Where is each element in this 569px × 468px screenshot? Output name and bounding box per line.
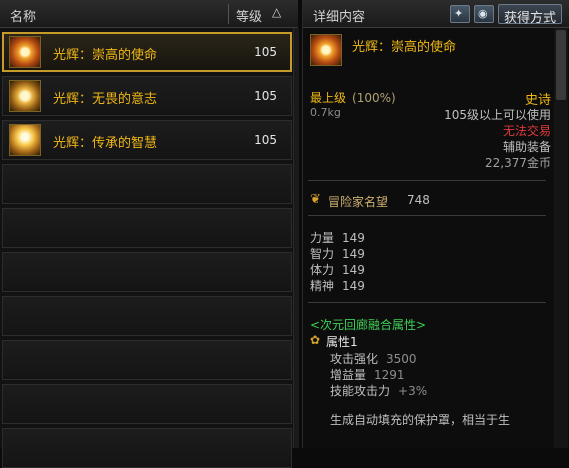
attribute-line: 增益量 1291 [330,368,405,382]
detail-item-name: 光辉：崇高的使命 [352,40,457,55]
item-name: 光辉：无畏的意志 [53,92,158,107]
empty-list-slot [2,384,292,424]
item-icon [9,80,41,112]
list-header: 名称 等级 △ [0,0,298,28]
scrollbar-thumb[interactable] [556,30,566,100]
empty-list-slot [2,164,292,204]
detail-scrollbar[interactable] [554,28,568,448]
item-name: 光辉：崇高的使命 [53,48,158,63]
fame-value: 748 [407,193,430,207]
item-grade-pct: (100%) [352,91,396,105]
item-requirement: 105级以上可以使用 [444,108,551,122]
item-level: 105 [254,133,277,147]
item-type: 辅助装备 [502,140,551,154]
list-item[interactable]: 光辉：崇高的使命 105 [2,32,292,72]
acquire-method-button[interactable]: 获得方式 [498,4,562,26]
column-name-header[interactable]: 名称 [10,6,36,25]
empty-list-slot [2,208,292,248]
divider [308,215,546,216]
stat-spirit: 精神 149 [310,279,365,293]
item-trade-status: 无法交易 [502,124,551,138]
sort-arrow-icon[interactable]: △ [272,5,281,19]
item-price: 22,377金币 [485,156,551,170]
column-level-header[interactable]: 等级 [236,6,262,25]
acquire-method-label: 获得方式 [504,11,557,26]
item-level: 105 [254,89,277,103]
divider [308,180,546,181]
detail-item-icon [310,34,342,66]
empty-list-slot [2,340,292,380]
attribute-description: 生成自动填充的保护罩，相当于生 [330,413,511,427]
item-icon [9,36,41,68]
attribute-line: 攻击强化 3500 [330,352,417,366]
detail-header: 详细内容 ✦ ◉ 获得方式 [303,0,569,28]
item-grade: 最上级 (100%) [310,91,396,105]
item-name: 光辉：传承的智慧 [53,136,158,151]
empty-list-slot [2,252,292,292]
item-weight: 0.7kg [310,106,341,119]
detail-title: 详细内容 [313,10,366,25]
empty-list-slot [2,296,292,336]
fusion-title: <次元回廊融合属性> [310,318,427,332]
attribute-icon: ✿ [310,333,321,347]
attribute-name: 属性1 [326,335,358,349]
item-list-panel: 名称 等级 △ 光辉：崇高的使命 105 光辉：无畏的意志 105 光辉：传承的… [0,0,299,468]
list-item[interactable]: 光辉：无畏的意志 105 [2,76,292,116]
compare-icon[interactable]: ✦ [450,5,470,23]
list-item[interactable]: 光辉：传承的智慧 105 [2,120,292,160]
stat-vitality: 体力 149 [310,263,365,277]
item-icon [9,124,41,156]
divider [308,302,546,303]
fame-icon: ❦ [310,192,321,207]
column-divider [228,4,229,24]
stat-intelligence: 智力 149 [310,247,365,261]
empty-list-slot [2,428,292,468]
eye-icon[interactable]: ◉ [474,5,494,23]
list-scrollbar[interactable] [293,28,299,448]
item-level: 105 [254,45,277,59]
attribute-line: 技能攻击力 +3% [330,384,428,398]
fame-label: 冒险家名望 [328,195,389,209]
stat-strength: 力量 149 [310,231,365,245]
